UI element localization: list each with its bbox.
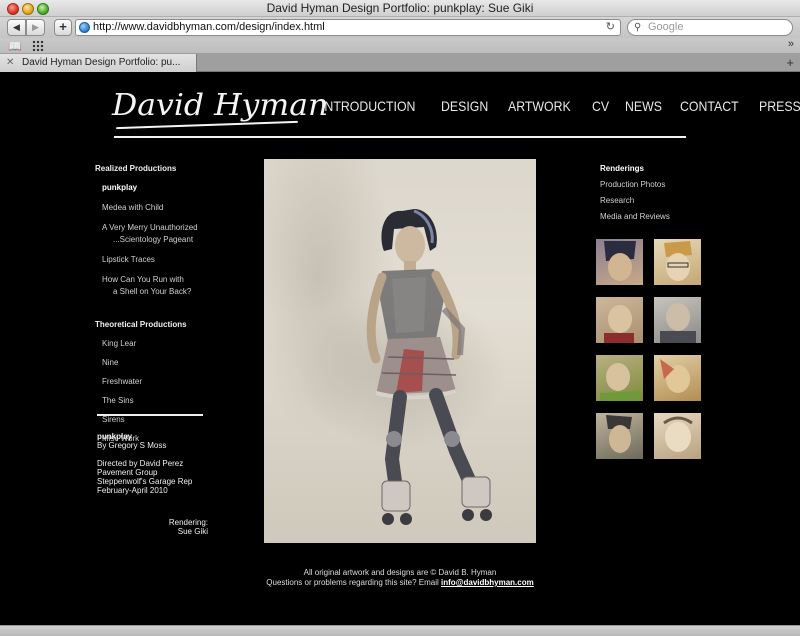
image-credit: Rendering: Sue Giki bbox=[130, 518, 208, 536]
nav-link-label: Lipstick Traces bbox=[102, 255, 155, 264]
production-venue: Steppenwolf's Garage Rep bbox=[97, 477, 193, 486]
close-tab-icon[interactable]: ✕ bbox=[6, 54, 14, 72]
portrait-thumbnail-image bbox=[660, 303, 696, 343]
nav-link-lipstick[interactable]: Lipstick Traces bbox=[95, 254, 255, 266]
nav-link-nine[interactable]: Nine bbox=[95, 357, 255, 369]
chevron-double-right-icon[interactable]: » bbox=[788, 38, 794, 50]
top-sites-grid-icon[interactable] bbox=[32, 40, 44, 51]
thumbnail-7[interactable] bbox=[596, 413, 643, 459]
portrait-thumbnail-image bbox=[606, 415, 632, 453]
tab-active[interactable]: ✕ David Hyman Design Portfolio: pu... bbox=[0, 54, 197, 72]
realized-heading: Realized Productions bbox=[95, 164, 177, 173]
window-title: David Hyman Design Portfolio: punkplay: … bbox=[266, 1, 534, 15]
window-titlebar: David Hyman Design Portfolio: punkplay: … bbox=[0, 0, 800, 17]
nav-design[interactable]: DESIGN bbox=[441, 98, 488, 114]
top-navigation: INTRODUCTION DESIGN ARTWORK CV NEWS CONT… bbox=[321, 98, 800, 114]
main-rendering-image bbox=[264, 159, 536, 543]
nav-link-label: Medea with Child bbox=[102, 203, 164, 212]
tab-title: David Hyman Design Portfolio: pu... bbox=[22, 57, 181, 68]
nav-news[interactable]: NEWS bbox=[625, 98, 662, 114]
address-bar[interactable]: http://www.davidbhyman.com/design/index.… bbox=[75, 19, 621, 36]
link-research[interactable]: Research bbox=[600, 196, 670, 205]
nav-contact[interactable]: CONTACT bbox=[680, 98, 739, 114]
email-link[interactable]: info@davidbhyman.com bbox=[441, 578, 534, 587]
nav-link-scientology[interactable]: A Very Merry Unauthorized ...Scientology … bbox=[95, 222, 255, 246]
back-arrow-icon: ◀ bbox=[13, 22, 20, 32]
minimize-window-button[interactable] bbox=[22, 3, 34, 15]
nav-link-label-line2: a Shell on Your Back? bbox=[113, 287, 192, 296]
zoom-window-button[interactable] bbox=[37, 3, 49, 15]
portrait-thumbnail-image bbox=[600, 363, 640, 401]
portrait-thumbnail-image bbox=[660, 359, 690, 393]
globe-icon bbox=[79, 22, 90, 33]
forward-button[interactable]: ▶ bbox=[26, 19, 45, 36]
new-tab-icon[interactable]: + bbox=[786, 54, 794, 71]
tab-bar: ✕ David Hyman Design Portfolio: pu... + bbox=[0, 54, 800, 72]
portrait-thumbnail-image bbox=[663, 416, 693, 452]
thumbnail-3[interactable] bbox=[596, 297, 643, 343]
left-divider bbox=[97, 414, 203, 416]
nav-introduction[interactable]: INTRODUCTION bbox=[321, 98, 415, 114]
credit-label: Rendering: bbox=[168, 518, 208, 527]
search-icon: ⚲ bbox=[634, 22, 642, 33]
link-production-photos[interactable]: Production Photos bbox=[600, 180, 670, 189]
back-button[interactable]: ◀ bbox=[7, 19, 26, 36]
nav-link-label: How Can You Run with bbox=[102, 275, 184, 284]
url-text: http://www.davidbhyman.com/design/index.… bbox=[93, 21, 325, 33]
header-divider bbox=[114, 136, 686, 138]
production-group: Pavement Group bbox=[97, 468, 158, 477]
production-dates: February-April 2010 bbox=[97, 486, 168, 495]
portrait-thumbnail-image bbox=[604, 241, 636, 281]
copyright-text: All original artwork and designs are © D… bbox=[303, 568, 497, 577]
right-navigation: Renderings Production Photos Research Me… bbox=[600, 164, 670, 228]
costume-figure-illustration bbox=[366, 209, 492, 525]
theoretical-heading: Theoretical Productions bbox=[95, 320, 187, 329]
nav-link-king-lear[interactable]: King Lear bbox=[95, 338, 255, 350]
nav-link-label: A Very Merry Unauthorized bbox=[102, 223, 198, 232]
search-placeholder: Google bbox=[648, 21, 684, 33]
browser-statusbar bbox=[0, 625, 800, 636]
site-footer: All original artwork and designs are © D… bbox=[0, 568, 800, 588]
nav-link-label: punkplay bbox=[102, 183, 138, 192]
close-window-button[interactable] bbox=[7, 3, 19, 15]
thumbnail-1[interactable] bbox=[596, 239, 643, 285]
forward-arrow-icon: ▶ bbox=[32, 22, 39, 32]
thumbnail-2[interactable] bbox=[654, 239, 701, 285]
nav-link-shell[interactable]: How Can You Run with a Shell on Your Back… bbox=[95, 274, 255, 298]
portrait-thumbnail-image bbox=[604, 305, 634, 343]
nav-link-label-line2: ...Scientology Pageant bbox=[113, 235, 194, 244]
link-renderings[interactable]: Renderings bbox=[600, 164, 670, 173]
contact-text: Questions or problems regarding this sit… bbox=[266, 578, 439, 587]
nav-link-medea[interactable]: Medea with Child bbox=[95, 202, 255, 214]
bookmarks-bar: 📖 » bbox=[0, 38, 800, 54]
production-title: punkplay bbox=[97, 432, 133, 441]
browser-toolbar: ◀ ▶ + http://www.davidbhyman.com/design/… bbox=[0, 17, 800, 38]
nav-artwork[interactable]: ARTWORK bbox=[508, 98, 571, 114]
add-bookmark-button[interactable]: + bbox=[54, 19, 72, 36]
thumbnail-6[interactable] bbox=[654, 355, 701, 401]
search-field[interactable]: ⚲ Google bbox=[627, 19, 793, 36]
contact-line: Questions or problems regarding this sit… bbox=[0, 578, 800, 588]
left-navigation: Realized Productions punkplay Medea with… bbox=[95, 164, 255, 452]
thumbnail-5[interactable] bbox=[596, 355, 643, 401]
thumbnail-8[interactable] bbox=[654, 413, 701, 459]
nav-link-punkplay[interactable]: punkplay bbox=[95, 182, 255, 194]
thumbnail-4[interactable] bbox=[654, 297, 701, 343]
nav-link-freshwater[interactable]: Freshwater bbox=[95, 376, 255, 388]
reload-icon[interactable]: ↻ bbox=[606, 20, 615, 35]
production-author: By Gregory S Moss bbox=[97, 441, 167, 450]
plus-icon: + bbox=[59, 19, 67, 34]
production-director: Directed by David Perez bbox=[97, 459, 184, 468]
portrait-thumbnail-image bbox=[664, 241, 692, 281]
nav-cv[interactable]: CV bbox=[592, 98, 609, 114]
production-info: punkplay By Gregory S Moss Directed by D… bbox=[97, 432, 237, 495]
nav-press[interactable]: PRESS bbox=[759, 98, 800, 114]
credit-name: Sue Giki bbox=[177, 527, 208, 536]
nav-link-the-sins[interactable]: The Sins bbox=[95, 395, 255, 407]
link-media-reviews[interactable]: Media and Reviews bbox=[600, 212, 670, 221]
page-content: David Hyman INTRODUCTION DESIGN ARTWORK … bbox=[0, 72, 800, 625]
bookmarks-book-icon[interactable]: 📖 bbox=[8, 40, 22, 53]
